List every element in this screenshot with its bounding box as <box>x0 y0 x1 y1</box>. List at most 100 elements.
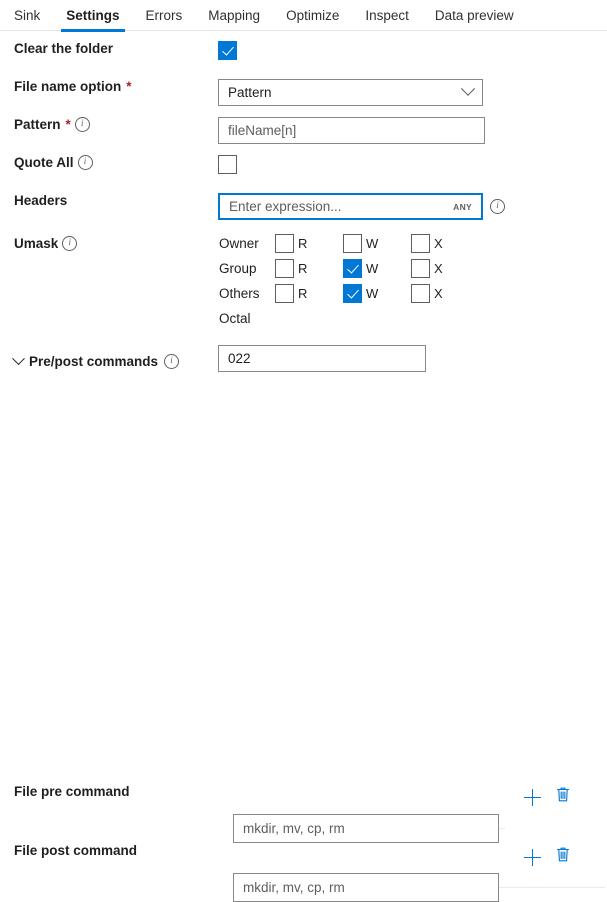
tab-inspect[interactable]: Inspect <box>352 0 422 31</box>
umask-others-execute-checkbox[interactable] <box>411 284 430 303</box>
umask-group-read-checkbox[interactable] <box>275 259 294 278</box>
clear-the-folder-text: Clear the folder <box>14 41 113 56</box>
pattern-placeholder: fileName[n] <box>228 123 296 138</box>
umask-group-label: Group <box>219 261 275 276</box>
headers-placeholder: Enter expression... <box>229 199 342 214</box>
umask-owner-read-cell: R <box>275 234 343 253</box>
umask-others-execute-cell: X <box>411 284 479 303</box>
field-pattern: fileName[n] <box>218 117 607 144</box>
umask-row-owner: Owner R W X <box>219 231 607 256</box>
pattern-text: Pattern <box>14 117 61 132</box>
label-file-name-option: File name option * <box>0 79 218 94</box>
tab-data-preview[interactable]: Data preview <box>422 0 527 31</box>
delete-pre-command-icon[interactable] <box>555 786 571 808</box>
umask-octal-value: 022 <box>228 351 251 366</box>
umask-group-write-flag: W <box>366 261 378 276</box>
umask-owner-write-checkbox[interactable] <box>343 234 362 253</box>
tab-errors[interactable]: Errors <box>133 0 196 31</box>
tab-bar: Sink Settings Errors Mapping Optimize In… <box>0 0 607 31</box>
field-clear-the-folder <box>218 41 607 60</box>
tab-sink[interactable]: Sink <box>14 0 53 31</box>
umask-others-label: Others <box>219 286 275 301</box>
umask-owner-read-checkbox[interactable] <box>275 234 294 253</box>
tab-settings[interactable]: Settings <box>53 0 132 31</box>
file-pre-command-input[interactable]: mkdir, mv, cp, rm <box>233 814 499 843</box>
clear-the-folder-checkbox[interactable] <box>218 41 237 60</box>
umask-row-group: Group R W X <box>219 256 607 281</box>
umask-group-read-cell: R <box>275 259 343 278</box>
chevron-down-icon <box>461 81 475 95</box>
pattern-input[interactable]: fileName[n] <box>218 117 485 144</box>
add-post-command-icon[interactable] <box>524 849 541 866</box>
umask-owner-label: Owner <box>219 236 275 251</box>
prepost-commands-label: Pre/post commands <box>29 354 158 369</box>
umask-octal-label: Octal <box>219 306 607 331</box>
prepost-commands-section-header[interactable]: Pre/post commands <box>0 354 218 369</box>
umask-group-read-flag: R <box>298 261 307 276</box>
quote-all-text: Quote All <box>14 155 74 170</box>
row-headers: Headers Enter expression... ANY <box>0 193 607 231</box>
file-post-command-input[interactable]: mkdir, mv, cp, rm <box>233 873 499 902</box>
pattern-required-asterisk: * <box>66 117 71 132</box>
headers-info-icon[interactable] <box>490 199 505 214</box>
umask-others-write-checkbox[interactable] <box>343 284 362 303</box>
file-name-option-select[interactable]: Pattern <box>218 79 483 106</box>
settings-form: Clear the folder File name option * Patt… <box>0 31 607 372</box>
umask-others-execute-flag: X <box>434 286 443 301</box>
file-name-option-value: Pattern <box>228 85 272 100</box>
umask-octal-input[interactable]: 022 <box>218 345 426 372</box>
prepost-commands-info-icon[interactable] <box>164 354 179 369</box>
row-pattern: Pattern * fileName[n] <box>0 117 607 155</box>
umask-group-write-checkbox[interactable] <box>343 259 362 278</box>
umask-row-others: Others R W X <box>219 281 607 306</box>
quote-all-info-icon[interactable] <box>78 155 93 170</box>
delete-post-command-icon[interactable] <box>555 846 571 868</box>
umask-group-execute-cell: X <box>411 259 479 278</box>
pattern-info-icon[interactable] <box>75 117 90 132</box>
umask-others-write-flag: W <box>366 286 378 301</box>
umask-owner-read-flag: R <box>298 236 307 251</box>
umask-owner-write-flag: W <box>366 236 378 251</box>
file-pre-command-actions <box>524 786 571 808</box>
umask-group-execute-checkbox[interactable] <box>411 259 430 278</box>
add-pre-command-icon[interactable] <box>524 789 541 806</box>
umask-others-read-checkbox[interactable] <box>275 284 294 303</box>
file-pre-command-placeholder: mkdir, mv, cp, rm <box>243 821 345 836</box>
label-umask: Umask <box>0 231 218 256</box>
umask-group-write-cell: W <box>343 259 411 278</box>
row-umask: Umask Owner R W X Group <box>0 231 607 331</box>
file-name-option-required-asterisk: * <box>126 79 131 94</box>
field-quote-all <box>218 155 607 174</box>
umask-owner-execute-cell: X <box>411 234 479 253</box>
label-clear-the-folder: Clear the folder <box>0 41 218 56</box>
headers-expression-input[interactable]: Enter expression... ANY <box>218 193 483 220</box>
tab-mapping[interactable]: Mapping <box>195 0 273 31</box>
tab-optimize[interactable]: Optimize <box>273 0 352 31</box>
row-clear-the-folder: Clear the folder <box>0 41 607 79</box>
label-headers: Headers <box>0 193 218 208</box>
quote-all-checkbox[interactable] <box>218 155 237 174</box>
file-post-command-actions <box>524 846 571 868</box>
field-headers: Enter expression... ANY <box>218 193 607 220</box>
umask-info-icon[interactable] <box>62 236 77 251</box>
field-file-name-option: Pattern <box>218 79 607 106</box>
umask-owner-write-cell: W <box>343 234 411 253</box>
label-quote-all: Quote All <box>0 155 218 170</box>
umask-others-read-flag: R <box>298 286 307 301</box>
umask-others-read-cell: R <box>275 284 343 303</box>
file-name-option-text: File name option <box>14 79 121 94</box>
umask-others-write-cell: W <box>343 284 411 303</box>
umask-owner-execute-flag: X <box>434 236 443 251</box>
label-pattern: Pattern * <box>0 117 218 132</box>
umask-owner-execute-checkbox[interactable] <box>411 234 430 253</box>
row-octal-value: Pre/post commands 022 <box>0 345 607 372</box>
row-quote-all: Quote All <box>0 155 607 193</box>
file-post-command-label: File post command <box>14 843 137 858</box>
umask-group-execute-flag: X <box>434 261 443 276</box>
umask-text: Umask <box>14 236 58 251</box>
file-pre-command-label: File pre command <box>14 784 130 799</box>
row-file-name-option: File name option * Pattern <box>0 79 607 117</box>
headers-text: Headers <box>14 193 67 208</box>
chevron-down-icon <box>12 352 25 365</box>
field-octal-value: 022 <box>218 345 607 372</box>
